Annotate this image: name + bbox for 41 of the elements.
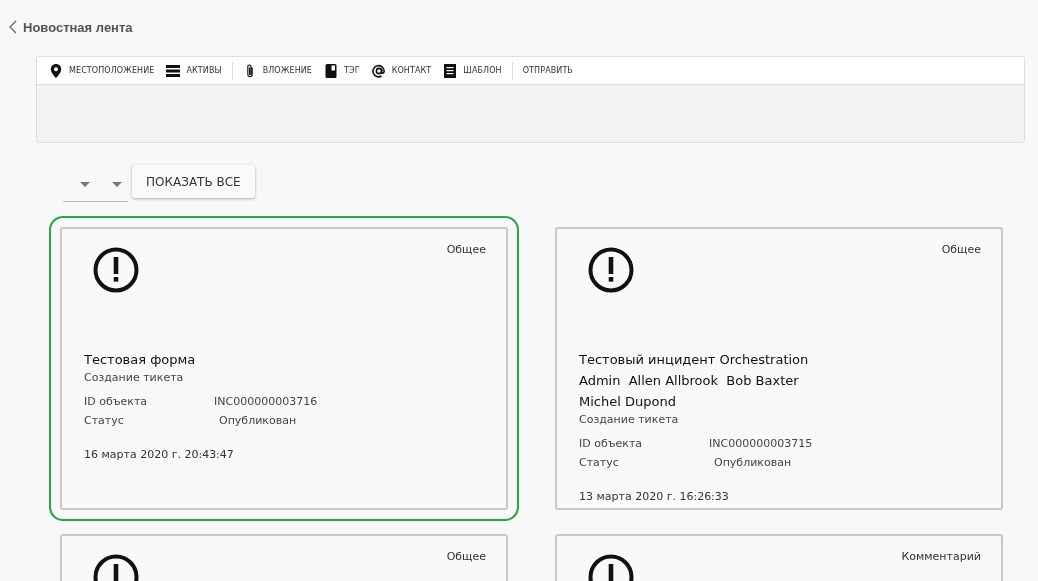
toolbar-button[interactable]: МЕСТОПОЛОЖЕНИЕ bbox=[43, 59, 161, 82]
at-sign-icon bbox=[371, 63, 386, 78]
show-all-button[interactable]: ПОКАЗАТЬ ВСЕ bbox=[132, 165, 255, 198]
dropdown-caret-icon bbox=[112, 182, 122, 187]
page-title: Новостная лента bbox=[23, 19, 133, 35]
card-category: Общее bbox=[446, 243, 486, 256]
alert-icon bbox=[588, 247, 634, 293]
field-value: Опубликован bbox=[713, 456, 793, 469]
feed-card[interactable]: Общее bbox=[60, 534, 508, 581]
card-subtitle: Создание тикета bbox=[579, 413, 680, 426]
card-category: Комментарий bbox=[901, 550, 981, 563]
field-label: Статус bbox=[84, 414, 125, 427]
toolbar-button[interactable]: ОТПРАВИТЬ bbox=[516, 59, 579, 82]
field-value: INC000000003716 bbox=[214, 395, 319, 408]
back-chevron-icon bbox=[9, 20, 17, 34]
document-lines-icon bbox=[443, 63, 458, 78]
feed-card[interactable]: Комментарий bbox=[555, 534, 1003, 581]
alert-icon bbox=[93, 247, 139, 293]
field-label: Статус bbox=[579, 456, 620, 469]
field-label: ID объекта bbox=[84, 395, 149, 408]
toolbar-button[interactable]: АКТИВЫ bbox=[160, 59, 228, 82]
card-date: 16 марта 2020 г. 20:43:47 bbox=[84, 448, 235, 461]
toolbar-button[interactable]: ШАБЛОН bbox=[437, 59, 508, 82]
toolbar-button[interactable]: КОНТАКТ bbox=[365, 59, 438, 82]
location-pin-icon bbox=[49, 63, 63, 78]
stacked-bars-icon bbox=[166, 63, 181, 78]
field-value: INC000000003715 bbox=[709, 437, 814, 450]
card-subtitle: Создание тикета bbox=[84, 371, 185, 384]
field-value: Опубликован bbox=[218, 414, 298, 427]
feed-card[interactable]: Общее Тестовый инцидент Orchestration Admin Allen Allbrook Bob Baxter Michel Dupond Создание тикета ID объекта INC000000003715 Статус Опубликован 13 марта 2020 г. 16:26:33 bbox=[555, 227, 1003, 510]
card-date: 13 марта 2020 г. 16:26:33 bbox=[579, 490, 730, 503]
card-title: Тестовый инцидент Orchestration Admin Allen Allbrook Bob Baxter Michel Dupond bbox=[579, 351, 810, 411]
tag-icon bbox=[324, 63, 338, 78]
card-category: Общее bbox=[941, 243, 981, 256]
field-label: ID объекта bbox=[579, 437, 644, 450]
feed-card[interactable]: Общее Тестовая форма Создание тикета ID объекта INC000000003716 Статус Опубликован 16 марта 2020 г. 20:43:47 bbox=[60, 227, 508, 510]
card-title: Тестовая форма bbox=[84, 351, 197, 369]
toolbar-button[interactable]: ВЛОЖЕНИЕ bbox=[236, 59, 318, 82]
toolbar-button[interactable]: ТЭГ bbox=[318, 59, 366, 82]
dropdown-caret-icon bbox=[80, 182, 90, 187]
card-category: Общее bbox=[446, 550, 486, 563]
